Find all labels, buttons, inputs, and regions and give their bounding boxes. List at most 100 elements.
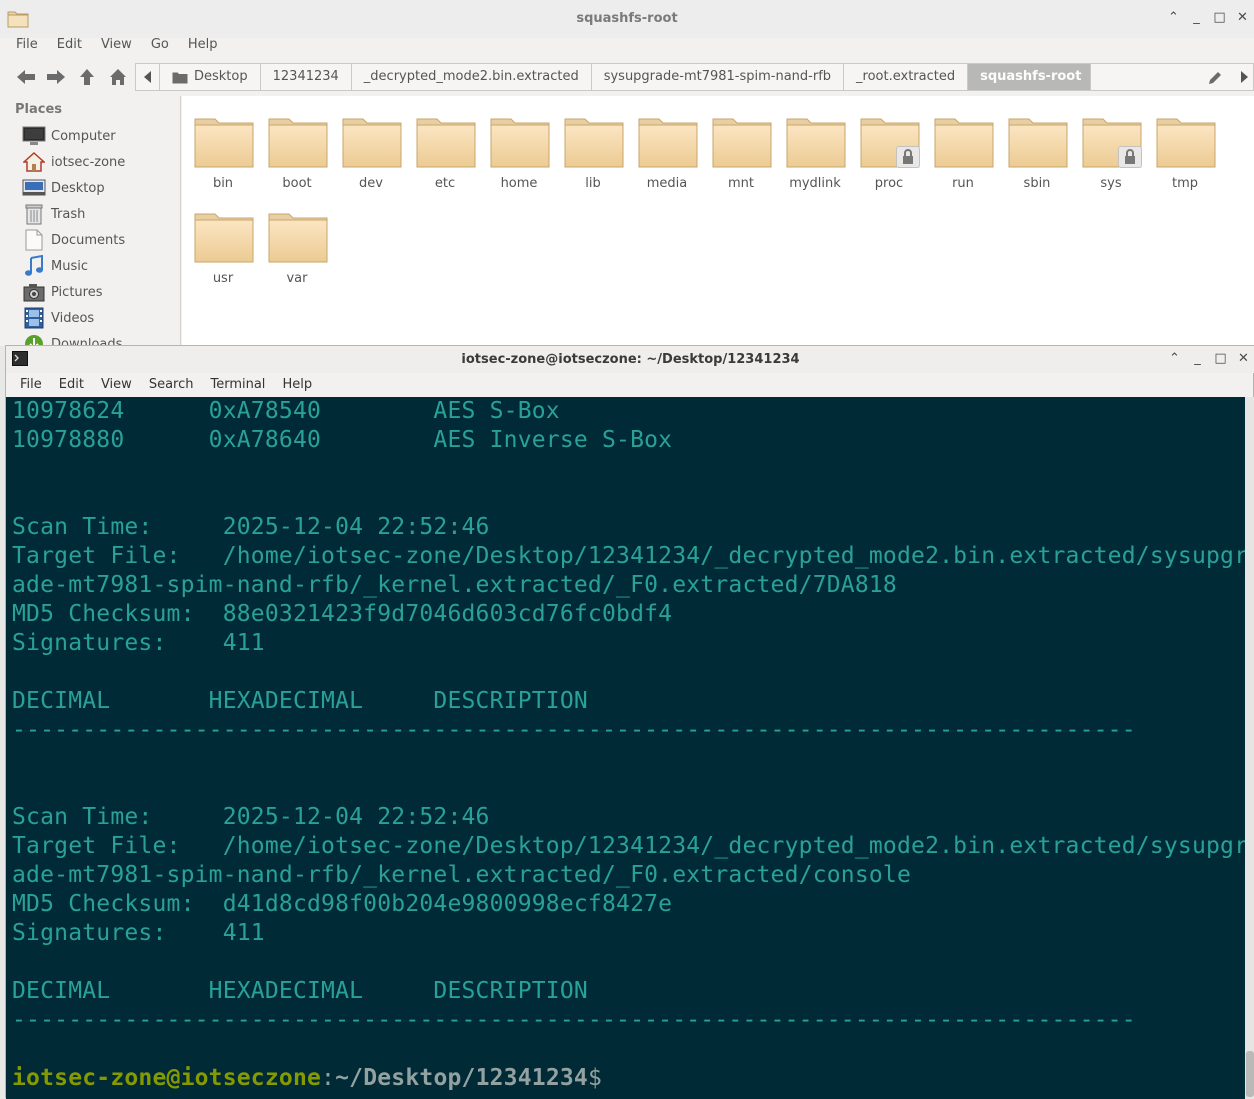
folder-item[interactable]: var bbox=[260, 195, 334, 287]
folder-label: run bbox=[952, 176, 974, 191]
menu-edit[interactable]: Edit bbox=[57, 33, 82, 57]
terminal-line: 10978880 0xA78640 AES Inverse S-Box bbox=[12, 427, 673, 453]
folder-item[interactable]: mnt bbox=[704, 100, 778, 192]
menu-file[interactable]: File bbox=[16, 33, 38, 57]
terminal-line: ----------------------------------------… bbox=[12, 717, 1136, 743]
folder-icon bbox=[1008, 118, 1068, 168]
menu-help[interactable]: Help bbox=[188, 33, 218, 57]
up-arrow-icon bbox=[80, 69, 94, 85]
scrollbar-thumb[interactable] bbox=[1246, 1051, 1254, 1097]
folder-icon bbox=[712, 118, 772, 168]
close-icon[interactable]: ✕ bbox=[1231, 8, 1254, 28]
prompt-colon: : bbox=[321, 1065, 336, 1091]
folder-item[interactable]: sys bbox=[1074, 100, 1148, 192]
close-icon[interactable]: ✕ bbox=[1232, 349, 1254, 369]
folder-item[interactable]: dev bbox=[334, 100, 408, 192]
sidebar-item-music[interactable]: Music bbox=[22, 253, 88, 279]
terminal-line: ade-mt7981-spim-nand-rfb/_kernel.extract… bbox=[12, 572, 897, 598]
breadcrumb-12341234[interactable]: 12341234 bbox=[261, 64, 352, 90]
minimize-icon[interactable]: _ bbox=[1185, 8, 1208, 28]
sidebar-item-trash[interactable]: Trash bbox=[22, 201, 85, 227]
shell-prompt[interactable]: iotsec-zone@iotseczone:~/Desktop/1234123… bbox=[12, 1064, 602, 1093]
breadcrumb-trailing-area bbox=[1090, 63, 1254, 91]
folder-label: bin bbox=[212, 176, 234, 191]
back-button[interactable] bbox=[13, 65, 39, 89]
menu-view[interactable]: View bbox=[101, 33, 132, 57]
prompt-user-host: iotsec-zone@iotseczone bbox=[12, 1065, 322, 1091]
sidebar-item-home[interactable]: iotsec-zone bbox=[22, 149, 125, 175]
breadcrumb: Desktop 12341234 _decrypted_mode2.bin.ex… bbox=[135, 63, 1096, 91]
folder-view: bin boot dev etc home lib media mnt mydlink proc r… bbox=[182, 96, 1254, 346]
folder-item[interactable]: sbin bbox=[1000, 100, 1074, 192]
folder-label: boot bbox=[282, 176, 312, 191]
window-title: iotsec-zone@iotseczone: ~/Desktop/123412… bbox=[461, 352, 800, 367]
breadcrumb-desktop[interactable]: Desktop bbox=[160, 64, 261, 90]
menu-view[interactable]: View bbox=[101, 373, 132, 397]
folder-item[interactable]: bin bbox=[186, 100, 260, 192]
terminal-menubar: File Edit View Search Terminal Help bbox=[6, 373, 1254, 397]
sidebar-item-pictures[interactable]: Pictures bbox=[22, 279, 102, 305]
sidebar-item-downloads[interactable]: Downloads bbox=[22, 331, 122, 346]
folder-icon bbox=[172, 72, 188, 83]
folder-item[interactable]: media bbox=[630, 100, 704, 192]
forward-button[interactable] bbox=[43, 65, 69, 89]
menu-terminal[interactable]: Terminal bbox=[210, 373, 265, 397]
breadcrumb-squashfs-root[interactable]: squashfs-root bbox=[968, 64, 1095, 90]
sidebar-item-computer[interactable]: Computer bbox=[22, 123, 116, 149]
up-button[interactable] bbox=[74, 65, 100, 89]
home-button[interactable] bbox=[105, 65, 131, 89]
documents-icon bbox=[22, 229, 46, 251]
breadcrumb-sysupgrade[interactable]: sysupgrade-mt7981-spim-nand-rfb bbox=[592, 64, 845, 90]
folder-icon bbox=[268, 213, 328, 263]
menu-go[interactable]: Go bbox=[151, 33, 169, 57]
chevron-right-icon[interactable] bbox=[1240, 71, 1248, 83]
folder-icon bbox=[342, 118, 402, 168]
terminal-scrollbar[interactable] bbox=[1245, 397, 1254, 1099]
folder-item[interactable]: boot bbox=[260, 100, 334, 192]
sidebar-item-videos[interactable]: Videos bbox=[22, 305, 94, 331]
maximize-icon[interactable]: □ bbox=[1209, 349, 1232, 369]
folder-label: lib bbox=[585, 176, 601, 191]
breadcrumb-root-extracted[interactable]: _root.extracted bbox=[844, 64, 969, 90]
roll-up-icon[interactable]: ⌃ bbox=[1163, 349, 1186, 369]
folder-label: tmp bbox=[1171, 176, 1198, 191]
folder-icon bbox=[786, 118, 846, 168]
terminal-output[interactable]: 10978624 0xA78540 AES S-Box 10978880 0xA… bbox=[6, 397, 1245, 1099]
terminal-window: iotsec-zone@iotseczone: ~/Desktop/123412… bbox=[5, 345, 1254, 1099]
maximize-icon[interactable]: □ bbox=[1208, 8, 1231, 28]
folder-label: usr bbox=[212, 271, 234, 286]
menu-search[interactable]: Search bbox=[149, 373, 194, 397]
edit-location-icon[interactable] bbox=[1207, 70, 1223, 86]
folder-item[interactable]: usr bbox=[186, 195, 260, 287]
terminal-line: MD5 Checksum: d41d8cd98f00b204e9800998ec… bbox=[12, 891, 673, 917]
folder-item[interactable]: mydlink bbox=[778, 100, 852, 192]
places-title: Places bbox=[15, 102, 63, 117]
terminal-titlebar[interactable]: iotsec-zone@iotseczone: ~/Desktop/123412… bbox=[6, 346, 1254, 373]
terminal-line: Signatures: 411 bbox=[12, 920, 265, 946]
folder-icon bbox=[194, 213, 254, 263]
folder-icon bbox=[564, 118, 624, 168]
menu-edit[interactable]: Edit bbox=[59, 373, 84, 397]
folder-item[interactable]: lib bbox=[556, 100, 630, 192]
terminal-line: Scan Time: 2025-12-04 22:52:46 bbox=[12, 804, 490, 830]
sidebar-item-documents[interactable]: Documents bbox=[22, 227, 125, 253]
folder-item[interactable]: etc bbox=[408, 100, 482, 192]
roll-up-icon[interactable]: ⌃ bbox=[1162, 8, 1185, 28]
desktop-icon bbox=[22, 177, 46, 199]
folder-item[interactable]: run bbox=[926, 100, 1000, 192]
music-icon bbox=[22, 255, 46, 277]
breadcrumb-scroll-left[interactable] bbox=[136, 64, 160, 90]
folder-item[interactable]: tmp bbox=[1148, 100, 1222, 192]
terminal-line: DECIMAL HEXADECIMAL DESCRIPTION bbox=[12, 978, 588, 1004]
minimize-icon[interactable]: _ bbox=[1186, 349, 1209, 369]
home-icon bbox=[22, 151, 46, 173]
terminal-line: MD5 Checksum: 88e0321423f9d7046d603cd76f… bbox=[12, 601, 673, 627]
folder-item[interactable]: proc bbox=[852, 100, 926, 192]
menu-file[interactable]: File bbox=[20, 373, 42, 397]
file-manager-window: squashfs-root ⌃ _ □ ✕ File Edit View Go … bbox=[0, 0, 1254, 346]
sidebar-item-desktop[interactable]: Desktop bbox=[22, 175, 105, 201]
folder-icon bbox=[416, 118, 476, 168]
menu-help[interactable]: Help bbox=[282, 373, 312, 397]
folder-item[interactable]: home bbox=[482, 100, 556, 192]
breadcrumb-decrypted-extracted[interactable]: _decrypted_mode2.bin.extracted bbox=[352, 64, 592, 90]
